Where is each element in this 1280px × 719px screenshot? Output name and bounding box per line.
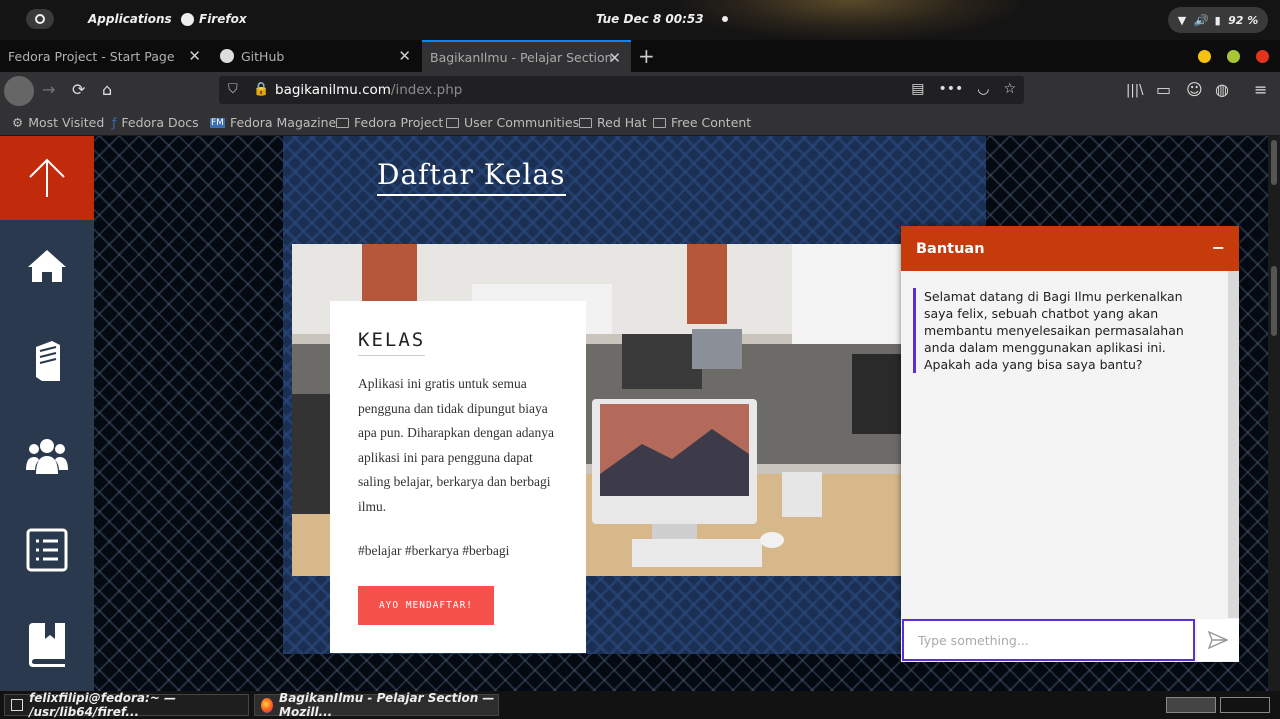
chatbot-widget: Bantuan − Selamat datang di Bagi Ilmu pe… <box>901 226 1239 662</box>
close-tab-icon[interactable]: ✕ <box>188 47 201 65</box>
class-card: KELAS Aplikasi ini gratis untuk semua pe… <box>330 301 586 653</box>
folder-icon <box>336 117 349 128</box>
taskbar: felixfilipi@fedora:~ — /usr/lib64/firef.… <box>0 691 1280 719</box>
card-tags: #belajar #berkarya #berbagi <box>358 543 510 558</box>
list-icon <box>26 528 68 572</box>
scrollbar-thumb[interactable] <box>1271 266 1277 336</box>
page-content: Daftar Kelas KELAS Aplikasi ini gratis u… <box>0 136 1268 691</box>
close-window-button[interactable] <box>1256 50 1269 63</box>
tab-bagikanilmu[interactable]: BagikanIlmu - Pelajar Section ✕ <box>422 40 631 72</box>
bot-message: Selamat datang di Bagi Ilmu perkenalkan … <box>913 288 1215 373</box>
card-description: Aplikasi ini gratis untuk semua pengguna… <box>358 376 555 514</box>
account-icon[interactable]: ☺ <box>1186 80 1203 99</box>
folder-icon <box>446 117 459 128</box>
address-bar[interactable]: ⛉ 🔒 bagikanilmu.com/index.php ▤ ••• ◡ ☆ <box>219 76 1024 104</box>
menu-icon[interactable]: ≡ <box>1254 80 1267 99</box>
left-sidebar <box>0 136 94 691</box>
close-tab-icon[interactable]: ✕ <box>608 49 621 67</box>
chat-input[interactable] <box>918 632 1193 648</box>
workspace-1[interactable] <box>1166 697 1216 713</box>
firefox-icon <box>261 697 274 713</box>
bookmark-book-icon <box>29 623 65 667</box>
bookmark-red-hat[interactable]: Red Hat <box>579 115 647 130</box>
card-title: KELAS <box>358 329 426 356</box>
tab-fedora[interactable]: Fedora Project - Start Page ✕ <box>0 40 211 72</box>
forward-icon[interactable]: → <box>42 80 55 99</box>
users-icon <box>26 439 68 474</box>
terminal-icon <box>11 699 24 711</box>
firefox-app-menu[interactable]: Firefox <box>181 12 247 26</box>
minimize-chat-button[interactable]: − <box>1212 238 1225 257</box>
bookmark-most-visited[interactable]: ⚙ Most Visited <box>12 115 104 130</box>
fedora-icon: ƒ <box>112 115 117 130</box>
send-button[interactable] <box>1197 619 1239 661</box>
chat-title: Bantuan <box>916 240 985 257</box>
back-button[interactable] <box>4 76 34 106</box>
register-button[interactable]: AYO MENDAFTAR! <box>358 586 494 625</box>
workspace-2[interactable] <box>1220 697 1270 713</box>
fedora-magazine-icon: FM <box>210 117 225 128</box>
firefox-icon <box>181 12 194 26</box>
battery-level: 92 % <box>1228 13 1259 27</box>
send-icon <box>1208 631 1228 649</box>
globe-icon[interactable]: ◍ <box>1215 80 1229 99</box>
volume-icon: 🔊 <box>1193 13 1208 27</box>
close-tab-icon[interactable]: ✕ <box>398 47 411 65</box>
battery-icon: ▮ <box>1214 13 1221 27</box>
home-icon[interactable]: ⌂ <box>102 80 112 99</box>
bookmark-fedora-magazine[interactable]: FM Fedora Magazine <box>210 115 336 130</box>
task-terminal[interactable]: felixfilipi@fedora:~ — /usr/lib64/firef.… <box>4 691 249 719</box>
insecure-lock-icon[interactable]: 🔒 <box>253 82 269 97</box>
tracking-shield-icon[interactable]: ⛉ <box>228 82 238 97</box>
minimize-window-button[interactable] <box>1198 50 1211 63</box>
sidebar-item-library[interactable] <box>0 614 94 674</box>
topbar-decoration <box>680 0 1020 40</box>
book-icon <box>36 341 60 381</box>
bookmarks-toolbar: ⚙ Most Visited ƒ Fedora Docs FM Fedora Maga… <box>0 110 1280 136</box>
sidebar-item-home[interactable] <box>0 236 94 296</box>
pocket-icon[interactable]: ◡ <box>977 81 989 97</box>
home-icon <box>28 250 66 282</box>
sidebar-item-courses[interactable] <box>0 331 94 391</box>
activities-icon <box>35 14 45 24</box>
url-text[interactable]: bagikanilmu.com/index.php <box>275 82 462 98</box>
bookmark-user-communities[interactable]: User Communities <box>446 115 579 130</box>
scrollbar-thumb-top[interactable] <box>1271 140 1277 185</box>
wifi-icon: ▼ <box>1177 13 1187 27</box>
bookmark-fedora-docs[interactable]: ƒ Fedora Docs <box>112 115 199 130</box>
page-scrollbar[interactable] <box>1268 136 1280 691</box>
gnome-top-bar: Applications Firefox Tue Dec 8 00:53 ▼ 🔊… <box>0 0 1280 40</box>
sidebar-icon[interactable]: ▭ <box>1156 80 1171 99</box>
applications-menu[interactable]: Applications <box>88 12 172 26</box>
folder-icon <box>579 117 592 128</box>
maximize-window-button[interactable] <box>1227 50 1240 63</box>
reload-icon[interactable]: ⟳ <box>72 80 85 99</box>
new-tab-button[interactable]: + <box>638 44 655 68</box>
arrow-up-icon <box>29 158 65 197</box>
chat-header: Bantuan − <box>901 226 1239 271</box>
page-actions-icon[interactable]: ••• <box>938 81 963 97</box>
scroll-top-button[interactable] <box>0 136 94 220</box>
library-icon[interactable]: |||\ <box>1126 83 1144 98</box>
system-menu[interactable]: ▼ 🔊 ▮ 92 % <box>1168 7 1268 33</box>
github-icon <box>220 49 234 63</box>
page-title: Daftar Kelas <box>377 158 566 196</box>
reader-view-icon[interactable]: ▤ <box>911 81 924 97</box>
sidebar-item-list[interactable] <box>0 520 94 580</box>
bookmark-fedora-project[interactable]: Fedora Project <box>336 115 443 130</box>
gear-icon: ⚙ <box>12 115 24 130</box>
chat-messages: Selamat datang di Bagi Ilmu perkenalkan … <box>901 271 1228 618</box>
bookmark-free-content[interactable]: Free Content <box>653 115 751 130</box>
sidebar-item-community[interactable] <box>0 426 94 486</box>
chat-scrollbar[interactable] <box>1228 271 1239 618</box>
folder-icon <box>653 117 666 128</box>
chat-input-field[interactable] <box>902 619 1195 661</box>
clock[interactable]: Tue Dec 8 00:53 <box>596 12 728 26</box>
tab-github[interactable]: GitHub ✕ <box>212 40 421 72</box>
task-firefox[interactable]: BagikanIlmu - Pelajar Section — Mozill..… <box>254 691 499 719</box>
activities-button[interactable] <box>26 9 54 29</box>
notification-dot <box>721 16 728 22</box>
bookmark-star-icon[interactable]: ☆ <box>1003 81 1016 97</box>
